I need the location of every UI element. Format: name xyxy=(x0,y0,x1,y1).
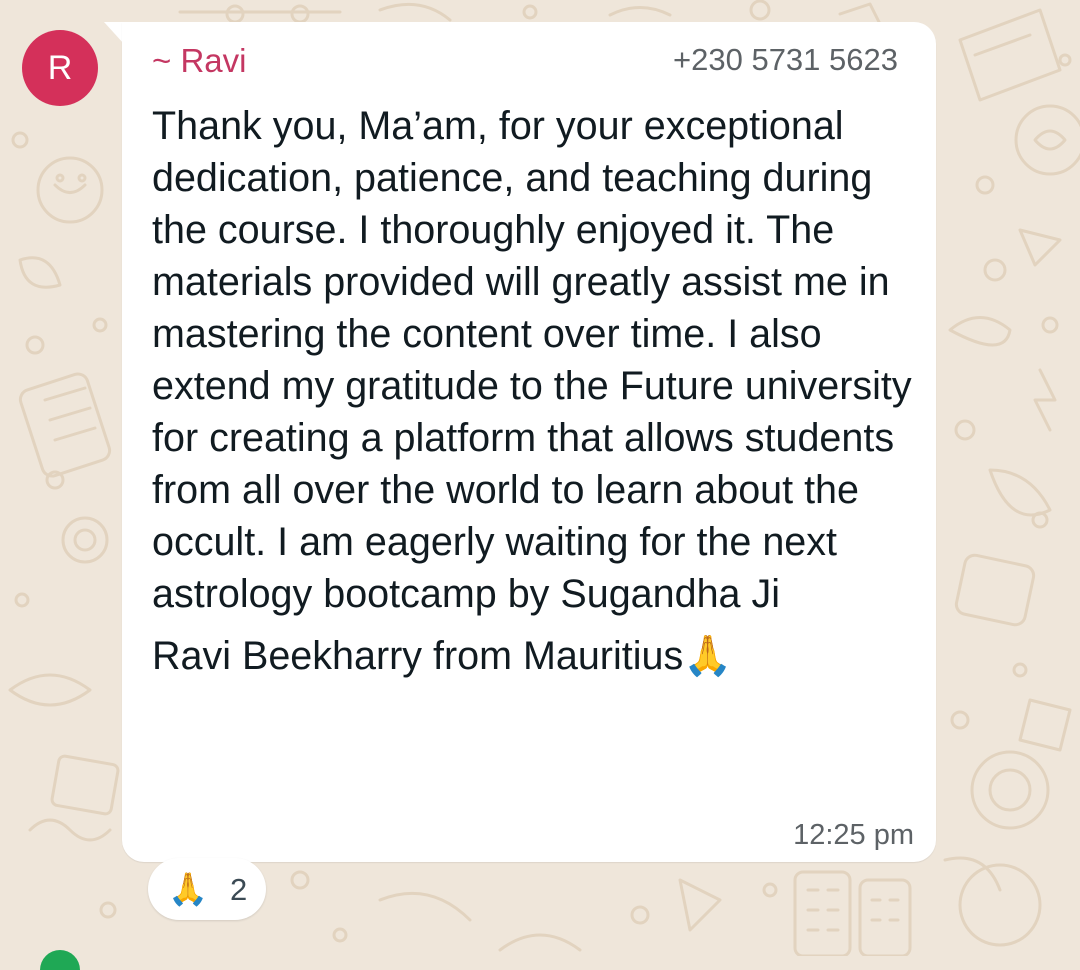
message-text: Thank you, Ma’am, for your exceptional d… xyxy=(152,100,922,682)
message-body: Thank you, Ma’am, for your exceptional d… xyxy=(152,104,912,616)
bubble-tail xyxy=(104,22,124,44)
message-timestamp: 12:25 pm xyxy=(793,819,914,851)
sender-name[interactable]: ~ Ravi xyxy=(152,42,246,80)
folded-hands-icon: 🙏 xyxy=(683,633,733,679)
avatar-initial: R xyxy=(47,49,73,87)
sender-avatar[interactable]: R xyxy=(22,30,98,106)
sender-phone: +230 5731 5623 xyxy=(673,42,898,77)
reaction-count: 2 xyxy=(230,872,248,907)
folded-hands-icon: 🙏 xyxy=(168,870,208,908)
message-bubble[interactable]: ~ Ravi +230 5731 5623 Thank you, Ma’am, … xyxy=(122,22,936,862)
message-signature-line: Ravi Beekharry from Mauritius🙏 xyxy=(152,630,922,682)
message-signature: Ravi Beekharry from Mauritius xyxy=(152,634,684,678)
reaction-pill[interactable]: 🙏 2 xyxy=(148,858,266,920)
